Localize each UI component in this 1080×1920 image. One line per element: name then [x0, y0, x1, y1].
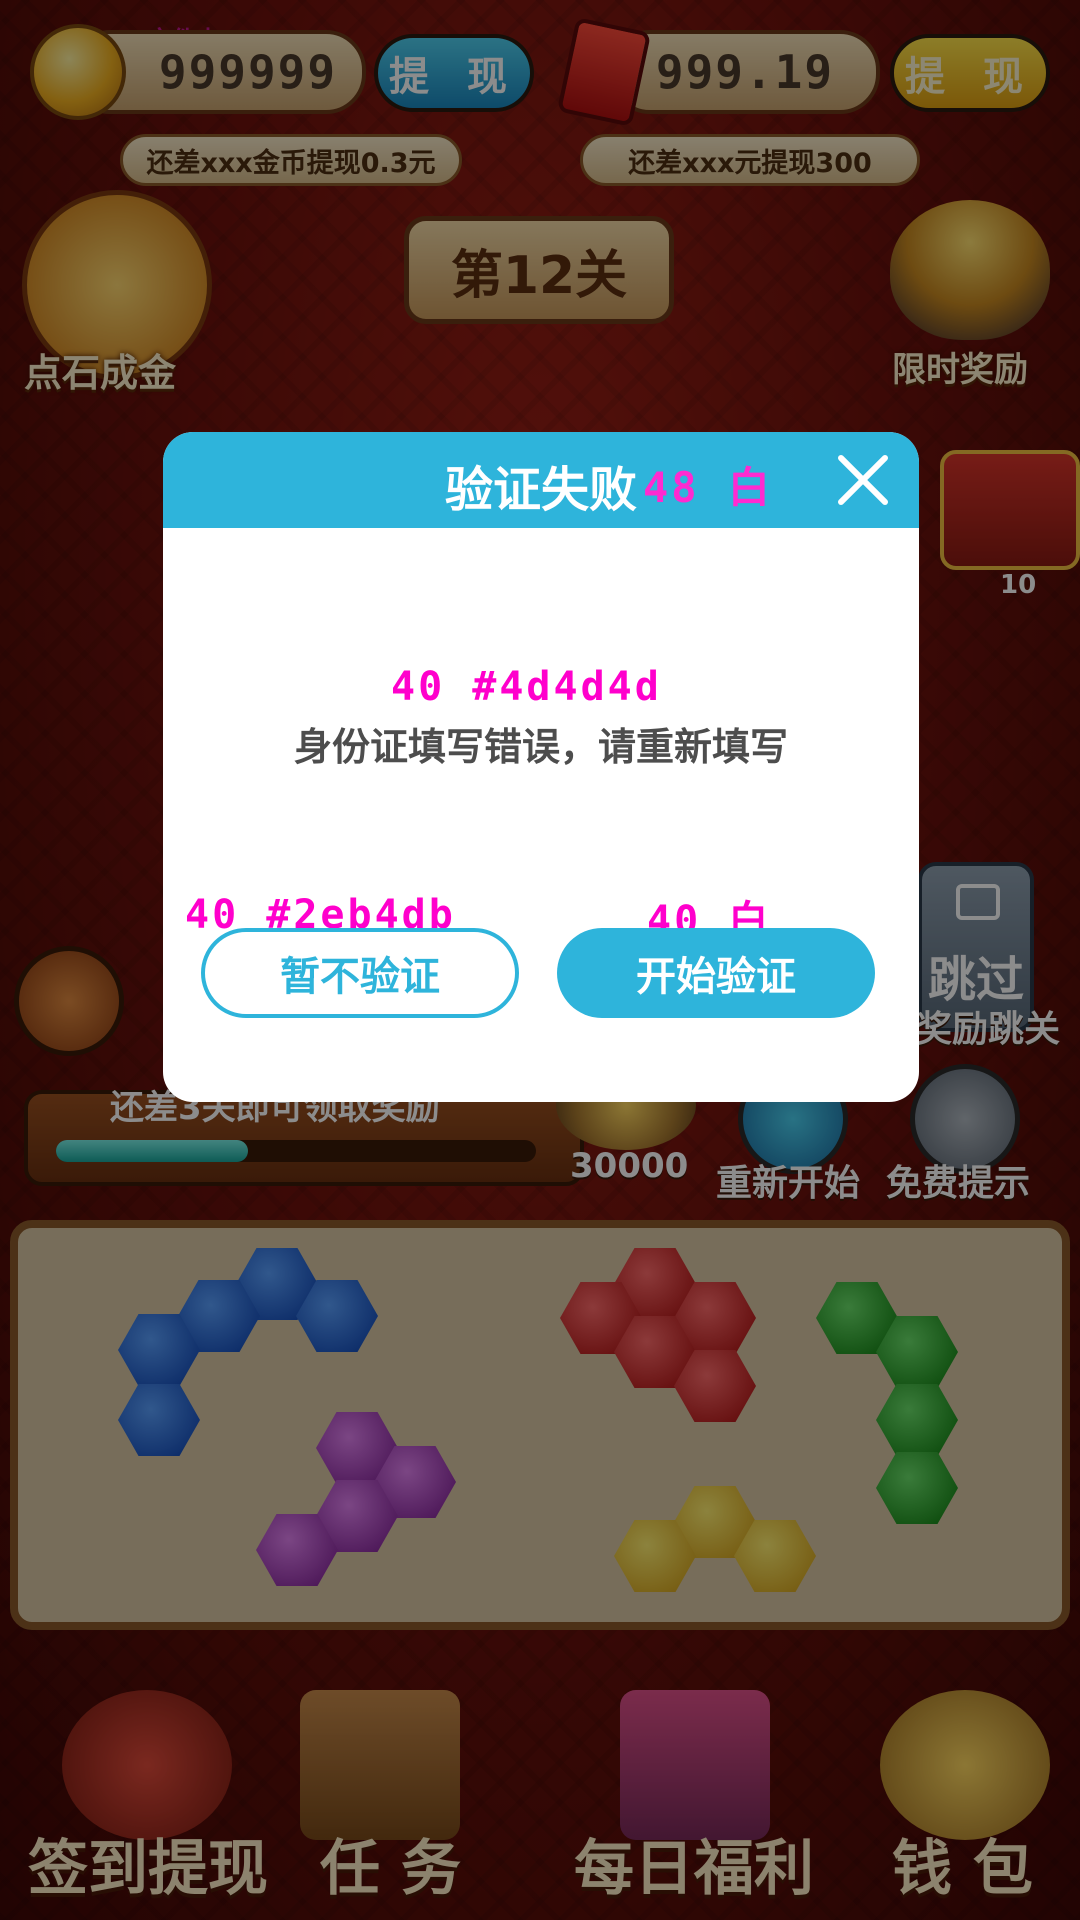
message-annotation: 40 #4d4d4d [391, 664, 662, 710]
verification-dialog: 验证失败 48 白 40 #4d4d4d 身份证填写错误，请重新填写 40 #2… [163, 432, 919, 1102]
close-icon[interactable] [833, 450, 893, 510]
start-verification-button[interactable]: 开始验证 [557, 928, 875, 1018]
dialog-title: 验证失败 [444, 462, 637, 518]
skip-verification-button[interactable]: 暂不验证 [201, 928, 519, 1018]
dialog-message: 身份证填写错误，请重新填写 [293, 725, 788, 769]
title-annotation: 48 白 [643, 463, 773, 512]
